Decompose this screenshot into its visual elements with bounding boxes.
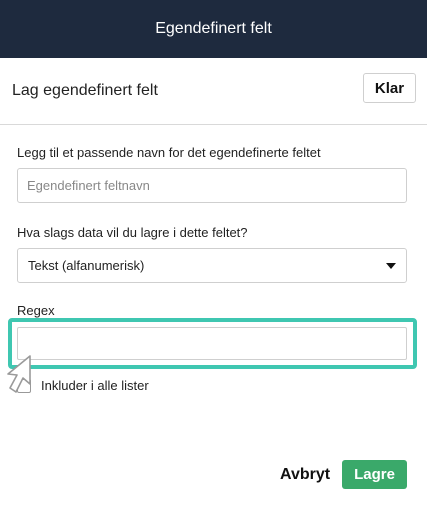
regex-input[interactable] [17, 327, 407, 360]
dialog-header: Egendefinert felt [0, 0, 427, 58]
subheader: Lag egendefinert felt Klar [0, 58, 427, 125]
section-title: Lag egendefinert felt [12, 82, 158, 99]
cancel-button[interactable]: Avbryt [280, 461, 330, 489]
field-name-input[interactable] [17, 168, 407, 203]
data-type-label: Hva slags data vil du lagre i dette felt… [17, 225, 248, 240]
data-type-select[interactable]: Tekst (alfanumerisk) [17, 248, 407, 283]
done-button[interactable]: Klar [363, 73, 416, 103]
mouse-pointer-icon [7, 355, 31, 393]
regex-label: Regex [17, 303, 55, 318]
dialog-title: Egendefinert felt [155, 20, 272, 37]
caret-down-icon [386, 262, 396, 269]
data-type-selected-value: Tekst (alfanumerisk) [28, 258, 145, 273]
save-button[interactable]: Lagre [342, 460, 407, 489]
include-in-lists-label: Inkluder i alle lister [41, 378, 149, 393]
field-name-label: Legg til et passende navn for det egende… [17, 145, 321, 160]
